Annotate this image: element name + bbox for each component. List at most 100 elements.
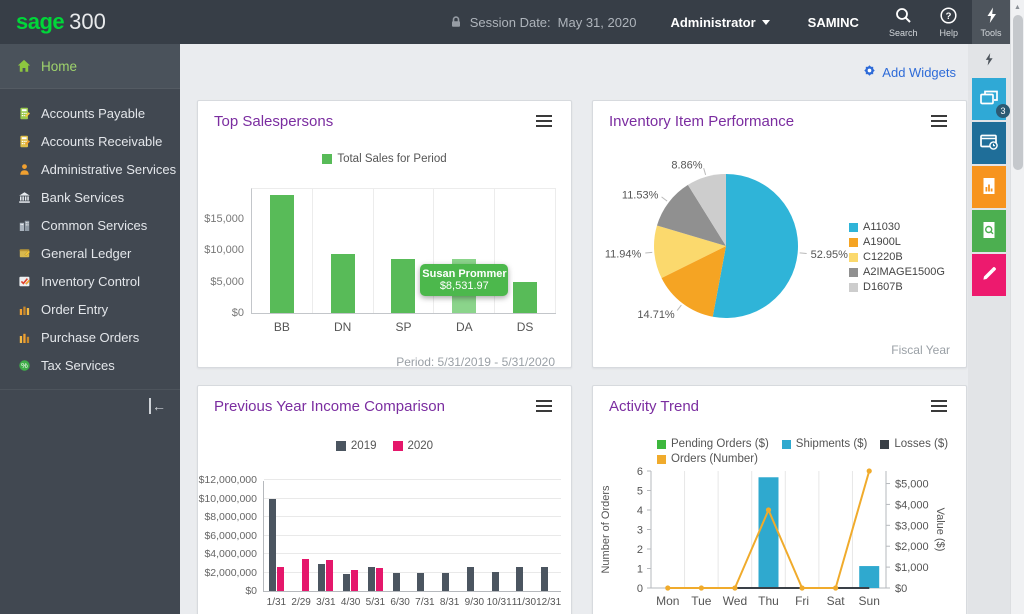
data-point bbox=[799, 585, 804, 590]
bar bbox=[513, 282, 537, 314]
tooltip-name: Susan Prommer bbox=[422, 268, 506, 280]
y-axis-tick-label: $4,000,000 bbox=[204, 548, 257, 560]
x-axis-tick-label: Tue bbox=[691, 594, 712, 608]
sidebar-item-label: General Ledger bbox=[41, 246, 131, 261]
inventory-control-icon bbox=[17, 274, 31, 288]
user-menu[interactable]: Administrator bbox=[670, 15, 769, 30]
sidebar-item-home[interactable]: Home bbox=[0, 44, 180, 89]
add-widgets-button[interactable]: Add Widgets bbox=[863, 64, 956, 80]
lock-icon bbox=[449, 15, 463, 29]
rail-notes-window-button[interactable]: 3 bbox=[972, 78, 1006, 120]
sidebar-item-label: Tax Services bbox=[41, 358, 115, 373]
legend-label: A11030 bbox=[863, 221, 900, 233]
y-axis-tick-label: $6,000,000 bbox=[204, 530, 257, 542]
bar-group: 7/31 bbox=[413, 481, 438, 591]
bar bbox=[331, 254, 355, 313]
bar-group: 8/31 bbox=[437, 481, 462, 591]
bar-2019 bbox=[368, 567, 375, 592]
rail-inquiry-document-button[interactable] bbox=[972, 210, 1006, 252]
company-name: SAMINC bbox=[808, 15, 859, 30]
notes-window-icon bbox=[979, 89, 999, 110]
session-date-value: May 31, 2020 bbox=[558, 15, 637, 30]
x-axis-tick-label: Thu bbox=[758, 594, 779, 608]
fiscal-year-label: Fiscal Year bbox=[891, 343, 950, 357]
sidebar-item-label: Common Services bbox=[41, 218, 147, 233]
widget-title: Top Salespersons bbox=[214, 113, 533, 130]
x-axis-tick-label: Wed bbox=[723, 594, 747, 608]
sidebar-item-label: Bank Services bbox=[41, 190, 124, 205]
search-button[interactable]: Search bbox=[889, 7, 918, 38]
rail-report-document-button[interactable] bbox=[972, 166, 1006, 208]
sidebar-item-label: Home bbox=[41, 59, 77, 74]
y-axis-tick-label: $5,000 bbox=[210, 276, 244, 288]
legend-item: A2IMAGE1500G bbox=[849, 266, 945, 278]
sidebar-item-purchase-orders[interactable]: Purchase Orders bbox=[0, 323, 180, 351]
bar-2019 bbox=[467, 567, 474, 591]
sidebar-item-general-ledger[interactable]: General Ledger bbox=[0, 239, 180, 267]
svg-text:%: % bbox=[21, 361, 28, 370]
sidebar-item-inventory-control[interactable]: Inventory Control bbox=[0, 267, 180, 295]
bar bbox=[270, 195, 294, 313]
widget-menu-button[interactable] bbox=[928, 398, 950, 414]
sidebar-item-accounts-receivable[interactable]: Accounts Receivable bbox=[0, 127, 180, 155]
rail-scheduled-window-button[interactable] bbox=[972, 122, 1006, 164]
pie-percent-label: 11.53% bbox=[622, 189, 659, 201]
accounts-receivable-icon bbox=[17, 134, 31, 148]
legend-label: 2020 bbox=[408, 440, 434, 452]
right-axis-tick-label: $1,000 bbox=[895, 562, 929, 574]
legend-swatch bbox=[322, 154, 332, 164]
bar bbox=[391, 259, 415, 313]
administrative-services-icon bbox=[17, 162, 31, 176]
widget-previous-year-income-comparison: Previous Year Income Comparison 20192020… bbox=[197, 385, 572, 614]
sidebar-nav: Home Accounts Payable Accounts Receivable… bbox=[0, 44, 180, 614]
x-axis-tick-label: SP bbox=[374, 320, 434, 334]
sidebar-item-administrative-services[interactable]: Administrative Services bbox=[0, 155, 180, 183]
sidebar-item-common-services[interactable]: Common Services bbox=[0, 211, 180, 239]
legend-label: Total Sales for Period bbox=[337, 153, 446, 165]
sidebar-item-order-entry[interactable]: Order Entry bbox=[0, 295, 180, 323]
dashboard-content: Add Widgets Top Salespersons Total Sales… bbox=[180, 44, 1010, 614]
legend-item: C1220B bbox=[849, 251, 945, 263]
session-date-label: Session Date: bbox=[470, 15, 551, 30]
top-salespersons-chart: Total Sales for Period $0$5,000$10,000$1… bbox=[198, 153, 571, 379]
top-bar: sage 300 Session Date: May 31, 2020 Admi… bbox=[0, 0, 1024, 44]
x-axis-tick-label: DN bbox=[313, 320, 373, 334]
bar-group: 11/30 bbox=[512, 481, 537, 591]
tools-button[interactable]: Tools bbox=[972, 0, 1010, 44]
scrollbar-thumb[interactable] bbox=[1013, 15, 1023, 170]
hamburger-icon bbox=[931, 405, 947, 407]
hamburger-icon bbox=[536, 405, 552, 407]
label-leader-line bbox=[800, 253, 807, 254]
left-axis-tick-label: 4 bbox=[637, 505, 643, 517]
widget-menu-button[interactable] bbox=[928, 113, 950, 129]
bar-2019 bbox=[516, 567, 523, 592]
right-axis-tick-label: $4,000 bbox=[895, 499, 929, 511]
help-icon: ? bbox=[940, 7, 957, 26]
collapse-sidebar-button[interactable]: ← bbox=[149, 398, 166, 414]
bar-group: 4/30 bbox=[338, 481, 363, 591]
widget-title: Previous Year Income Comparison bbox=[214, 398, 533, 415]
bar-group: 2/29 bbox=[289, 481, 314, 591]
vertical-scrollbar[interactable]: ▲ bbox=[1010, 0, 1024, 614]
data-point bbox=[867, 468, 872, 473]
widget-menu-button[interactable] bbox=[533, 398, 555, 414]
hamburger-icon bbox=[536, 120, 552, 122]
chevron-down-icon bbox=[762, 20, 770, 25]
right-axis-tick-label: $5,000 bbox=[895, 479, 929, 491]
sidebar-item-bank-services[interactable]: Bank Services bbox=[0, 183, 180, 211]
widget-menu-button[interactable] bbox=[533, 113, 555, 129]
x-axis-tick-label: 12/31 bbox=[533, 597, 565, 608]
x-axis-tick-label: Sun bbox=[859, 594, 880, 608]
help-button[interactable]: ? Help bbox=[939, 7, 958, 38]
sidebar-item-label: Accounts Payable bbox=[41, 106, 145, 121]
y-axis-tick-label: $2,000,000 bbox=[204, 567, 257, 579]
sidebar-item-accounts-payable[interactable]: Accounts Payable bbox=[0, 99, 180, 127]
rail-edit-pencil-button[interactable] bbox=[972, 254, 1006, 296]
y-axis-tick-label: $10,000,000 bbox=[199, 493, 257, 505]
scrollbar-up-arrow[interactable]: ▲ bbox=[1011, 0, 1024, 14]
legend-label: A2IMAGE1500G bbox=[863, 266, 945, 278]
y-axis-tick-label: $0 bbox=[245, 585, 257, 597]
tooltip-value: $8,531.97 bbox=[422, 280, 506, 292]
sidebar-item-tax-services[interactable]: % Tax Services bbox=[0, 351, 180, 379]
sage-logo: sage 300 bbox=[16, 9, 106, 35]
